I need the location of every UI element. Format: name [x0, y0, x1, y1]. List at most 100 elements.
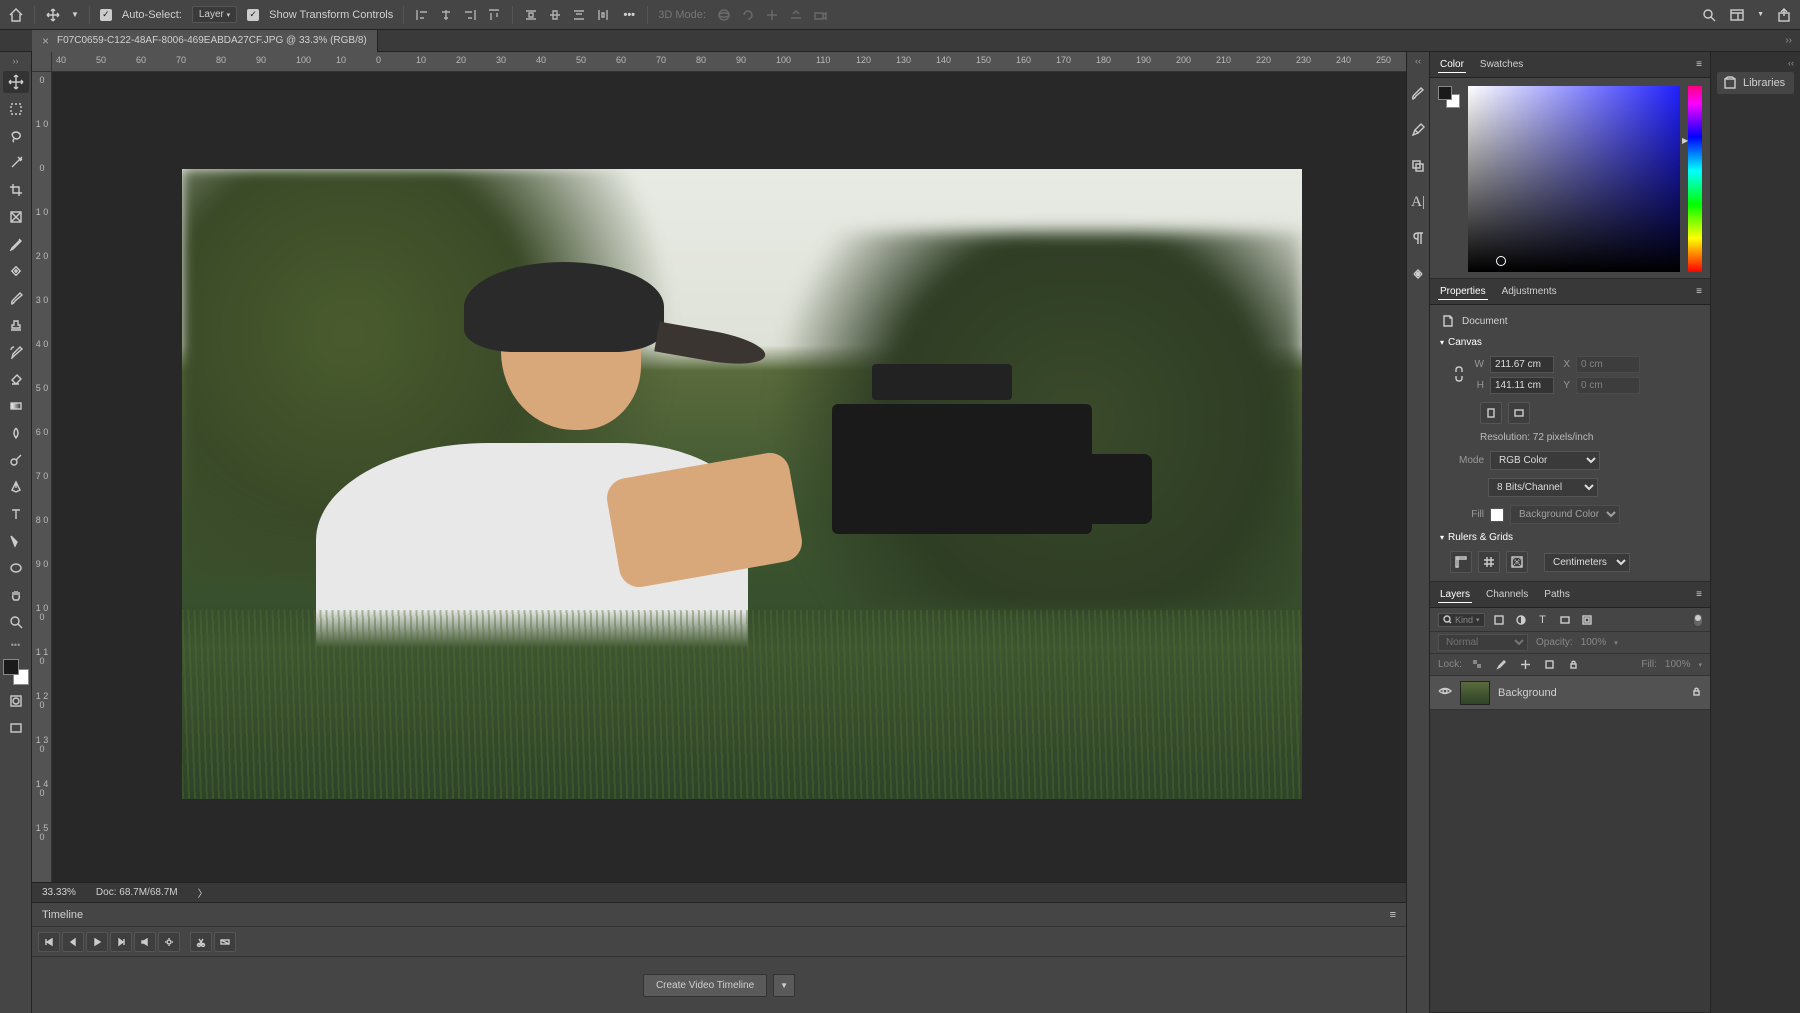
auto-select-target-dropdown[interactable]: Layer ▾ — [192, 6, 237, 23]
opacity-value[interactable]: 100% — [1581, 637, 1607, 648]
ruler-units-select[interactable]: Centimeters — [1544, 553, 1630, 572]
color-tab[interactable]: Color — [1438, 57, 1466, 73]
layers-tab[interactable]: Layers — [1438, 587, 1472, 603]
timeline-menu-icon[interactable]: ≡ — [1390, 909, 1396, 921]
properties-panel-menu-icon[interactable]: ≡ — [1696, 286, 1702, 297]
hue-slider[interactable]: ▶ — [1688, 86, 1702, 272]
canvas-height-input[interactable] — [1490, 377, 1554, 394]
workspace-caret-icon[interactable]: ▼ — [1757, 11, 1764, 18]
shape-tool[interactable] — [3, 557, 29, 579]
collapse-tools-icon[interactable]: ›› — [13, 56, 19, 66]
timeline-header[interactable]: Timeline — [42, 909, 83, 921]
dodge-tool[interactable] — [3, 449, 29, 471]
distribute-h-icon[interactable] — [595, 7, 611, 23]
more-tools-icon[interactable]: ••• — [11, 640, 20, 650]
color-mode-select[interactable]: RGB Color — [1490, 451, 1600, 470]
fill-select[interactable]: Background Color — [1510, 505, 1620, 524]
create-video-timeline-button[interactable]: Create Video Timeline — [643, 974, 767, 997]
color-panel-menu-icon[interactable]: ≡ — [1696, 59, 1702, 70]
adjustments-tab[interactable]: Adjustments — [1500, 284, 1559, 299]
paragraph-panel-icon[interactable] — [1410, 230, 1426, 246]
type-tool[interactable] — [3, 503, 29, 525]
filter-type-icon[interactable]: T — [1535, 612, 1551, 628]
distribute-v-center-icon[interactable] — [547, 7, 563, 23]
lock-all-icon[interactable] — [1566, 657, 1582, 673]
doc-size-label[interactable]: Doc: 68.7M/68.7M — [96, 887, 178, 898]
expand-libraries-icon[interactable]: ‹‹ — [1717, 58, 1794, 68]
tl-next-frame-button[interactable] — [110, 932, 132, 952]
orientation-landscape-button[interactable] — [1508, 402, 1530, 424]
quick-mask-tool[interactable] — [3, 690, 29, 712]
layer-thumbnail[interactable] — [1460, 681, 1490, 705]
libraries-tab[interactable]: Libraries — [1717, 72, 1794, 94]
distribute-v-top-icon[interactable] — [523, 7, 539, 23]
hand-tool[interactable] — [3, 584, 29, 606]
home-icon[interactable] — [8, 7, 24, 23]
brush-settings-panel-icon[interactable] — [1410, 122, 1426, 138]
search-icon[interactable] — [1701, 7, 1717, 23]
filter-pixel-icon[interactable] — [1491, 612, 1507, 628]
move-tool-icon[interactable] — [45, 7, 61, 23]
clone-panel-icon[interactable] — [1410, 158, 1426, 174]
pen-tool[interactable] — [3, 476, 29, 498]
show-transform-checkbox[interactable]: ✓ — [247, 9, 259, 21]
filter-smart-icon[interactable] — [1579, 612, 1595, 628]
filter-toggle-switch[interactable] — [1694, 614, 1702, 626]
align-right-icon[interactable] — [462, 7, 478, 23]
layer-row[interactable]: Background — [1430, 676, 1710, 710]
workspace-icon[interactable] — [1729, 7, 1745, 23]
move-tool[interactable] — [3, 71, 29, 93]
eyedropper-tool[interactable] — [3, 233, 29, 255]
orientation-portrait-button[interactable] — [1480, 402, 1502, 424]
tl-play-button[interactable] — [86, 932, 108, 952]
layer-lock-icon[interactable] — [1691, 686, 1702, 700]
layers-panel-menu-icon[interactable]: ≡ — [1696, 589, 1702, 600]
guides-toggle-button[interactable] — [1506, 551, 1528, 573]
lasso-tool[interactable] — [3, 125, 29, 147]
lock-nesting-icon[interactable] — [1542, 657, 1558, 673]
filter-shape-icon[interactable] — [1557, 612, 1573, 628]
align-center-h-icon[interactable] — [438, 7, 454, 23]
modifier-panel-icon[interactable] — [1410, 266, 1426, 282]
link-wh-icon[interactable] — [1454, 365, 1464, 386]
gradient-tool[interactable] — [3, 395, 29, 417]
align-left-icon[interactable] — [414, 7, 430, 23]
canvas-y-input[interactable] — [1576, 377, 1640, 394]
share-icon[interactable] — [1776, 7, 1792, 23]
layer-fill-value[interactable]: 100% — [1665, 659, 1691, 670]
healing-tool[interactable] — [3, 260, 29, 282]
timeline-type-dropdown[interactable]: ▼ — [773, 974, 795, 997]
horizontal-ruler[interactable]: 4050607080901001001020304050607080901001… — [52, 52, 1406, 72]
canvas-width-input[interactable] — [1490, 356, 1554, 373]
layer-visibility-icon[interactable] — [1438, 686, 1452, 699]
rulers-toggle-button[interactable] — [1450, 551, 1472, 573]
color-field[interactable] — [1468, 86, 1680, 272]
layer-filter-kind[interactable]: Kind ▾ — [1438, 613, 1485, 627]
tl-first-frame-button[interactable] — [38, 932, 60, 952]
zoom-level[interactable]: 33.33% — [42, 887, 76, 898]
swatches-tab[interactable]: Swatches — [1478, 57, 1525, 72]
expand-strip-icon[interactable]: ‹‹ — [1415, 56, 1421, 66]
status-arrow-icon[interactable]: 〉 — [198, 885, 208, 900]
rulers-grids-section-header[interactable]: ▾Rulers & Grids — [1440, 532, 1700, 543]
color-mini-swatch[interactable] — [1438, 86, 1460, 108]
marquee-tool[interactable] — [3, 98, 29, 120]
lock-transparent-icon[interactable] — [1470, 657, 1486, 673]
align-top-icon[interactable] — [486, 7, 502, 23]
filter-adjust-icon[interactable] — [1513, 612, 1529, 628]
history-brush-tool[interactable] — [3, 341, 29, 363]
canvas-x-input[interactable] — [1576, 356, 1640, 373]
character-panel-icon[interactable]: A| — [1410, 194, 1426, 210]
channels-tab[interactable]: Channels — [1484, 587, 1530, 602]
tl-transition-button[interactable] — [214, 932, 236, 952]
distribute-v-bottom-icon[interactable] — [571, 7, 587, 23]
properties-tab[interactable]: Properties — [1438, 284, 1488, 300]
frame-tool[interactable] — [3, 206, 29, 228]
more-options-icon[interactable]: ••• — [621, 7, 637, 23]
brush-tool[interactable] — [3, 287, 29, 309]
color-swatch[interactable] — [3, 659, 29, 685]
eraser-tool[interactable] — [3, 368, 29, 390]
screen-mode-tool[interactable] — [3, 717, 29, 739]
zoom-tool[interactable] — [3, 611, 29, 633]
auto-select-checkbox[interactable]: ✓ — [100, 9, 112, 21]
